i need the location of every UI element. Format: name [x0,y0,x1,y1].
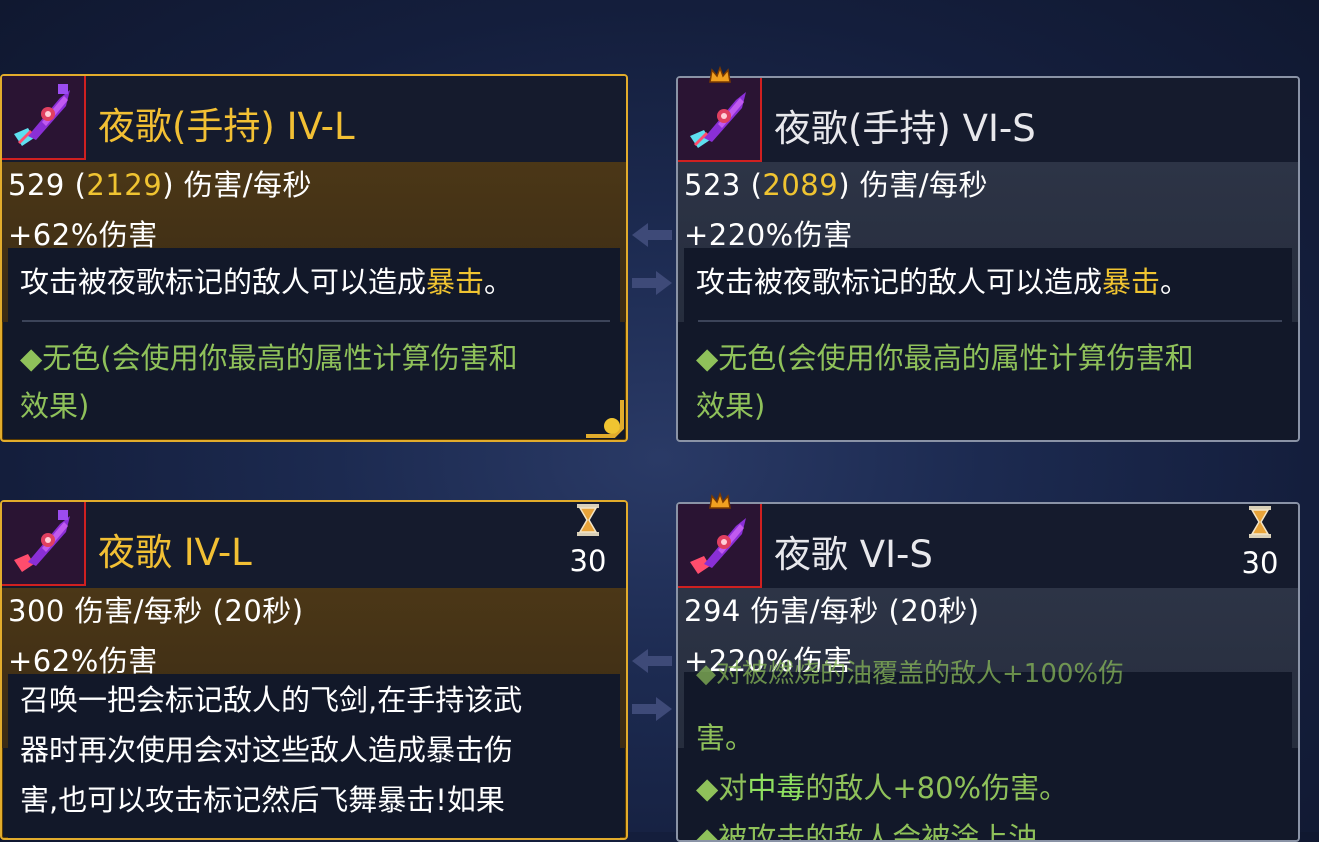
desc-line-1: 召唤一把会标记敌人的飞剑,在手持该武 [20,683,523,717]
item-title: 夜歌 IV-L [98,531,252,574]
card-header [2,502,626,588]
scaling-text-1: ◆无色(会使用你最高的属性计算伤害和 [696,341,1194,375]
nightsong-skill-icon [2,502,86,586]
arrow-left-icon [632,649,672,673]
desc-line-3: 害,也可以攻击标记然后飞舞暴击!如果 [20,783,505,817]
item-description: 攻击被夜歌标记的敌人可以造成暴击。 ◆无色(会使用你最高的属性计算伤害和 效果) [8,248,620,438]
dps-line: 523 (2089) 伤害/每秒 [684,168,989,202]
cooldown-value: 30 [1241,546,1279,580]
item-card-new-hand: 523 (2089) 伤害/每秒 +220%伤害 夜歌(手持) VI-S 攻击被… [676,76,1300,442]
card-header [678,504,1298,590]
dps-line: 294 伤害/每秒 (20秒) [684,594,980,628]
nightsong-sword-icon [2,76,86,160]
cooldown-timer: 30 [1230,506,1290,580]
item-description: ◆对被燃烧的油覆盖的敌人+100%伤 害。 ◆对中毒的敌人+80%伤害。 ◆被攻… [684,659,1292,842]
item-card-current-hand: 529 (2129) 伤害/每秒 +62%伤害 夜歌(手持) IV-L 攻击被夜… [0,74,628,442]
desc-line-2: 器时再次使用会对这些敌人造成暴击伤 [20,733,514,767]
hourglass-icon [577,504,599,536]
affix-line-cont: 害。 [696,721,755,755]
item-title: 夜歌 VI-S [774,533,933,576]
affix-line-last: ◆被攻击的敌人会被涂上油 [696,821,1038,842]
effect-text: 攻击被夜歌标记的敌人可以造成暴击。 [20,265,514,299]
scaling-text-2: 效果) [696,389,766,423]
affix-poison-line: ◆对中毒的敌人+80%伤害。 [696,771,1069,805]
item-title: 夜歌(手持) VI-S [774,107,1036,150]
item-title: 夜歌(手持) IV-L [98,105,355,148]
arrow-right-icon [632,697,672,721]
effect-text: 攻击被夜歌标记的敌人可以造成暴击。 [696,265,1190,299]
gold-corner-ornament [586,400,624,438]
cooldown-value: 30 [569,544,607,578]
crown-icon [709,492,731,509]
divider [22,320,610,322]
item-card-new-skill: 294 伤害/每秒 (20秒) +220%伤害 夜歌 VI-S 30 ◆对被燃烧… [676,502,1300,842]
dps-line: 529 (2129) 伤害/每秒 [8,168,313,202]
item-description: 召唤一把会标记敌人的飞剑,在手持该武 器时再次使用会对这些敌人造成暴击伤 害,也… [8,674,620,838]
affix-line-cut: ◆对被燃烧的油覆盖的敌人+100%伤 [696,659,1125,689]
nightsong-skill-icon [678,504,762,588]
crown-icon [709,66,731,83]
scaling-text-1: ◆无色(会使用你最高的属性计算伤害和 [20,341,518,375]
divider [698,320,1282,322]
cooldown-timer: 30 [558,504,618,578]
arrow-right-icon [632,271,672,295]
scaling-text-2: 效果) [20,389,90,423]
nightsong-sword-icon [678,78,762,162]
item-card-current-skill: 300 伤害/每秒 (20秒) +62%伤害 夜歌 IV-L 30 召唤一把会标… [0,500,628,840]
arrow-left-icon [632,223,672,247]
item-description: 攻击被夜歌标记的敌人可以造成暴击。 ◆无色(会使用你最高的属性计算伤害和 效果) [684,248,1292,438]
hourglass-icon [1249,506,1271,538]
dps-line: 300 伤害/每秒 (20秒) [8,594,304,628]
